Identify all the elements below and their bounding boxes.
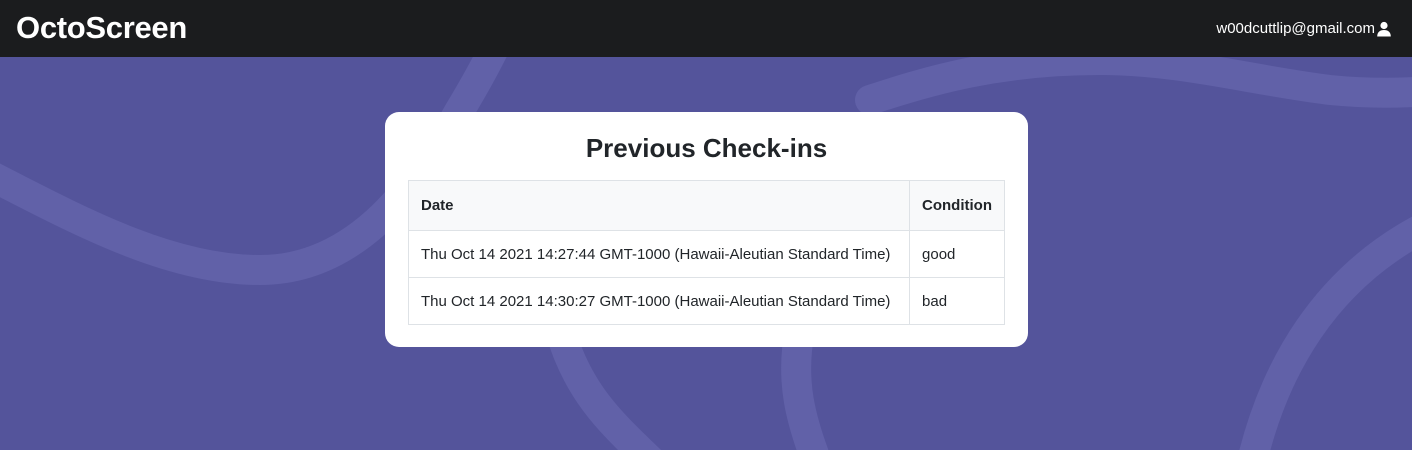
column-header-condition: Condition: [909, 180, 1005, 231]
user-menu[interactable]: w00dcuttlip@gmail.com: [1216, 19, 1392, 39]
cell-date: Thu Oct 14 2021 14:30:27 GMT-1000 (Hawai…: [407, 277, 911, 325]
table-row: Thu Oct 14 2021 14:30:27 GMT-1000 (Hawai…: [407, 277, 1005, 325]
user-email: w00dcuttlip@gmail.com: [1216, 20, 1375, 37]
cell-condition: bad: [909, 277, 1005, 325]
checkins-card: Previous Check-ins Date Condition Thu Oc…: [385, 112, 1028, 347]
checkins-table: Date Condition Thu Oct 14 2021 14:27:44 …: [407, 180, 1005, 325]
cell-condition: good: [909, 230, 1005, 278]
user-icon: [1377, 21, 1391, 37]
table-row: Thu Oct 14 2021 14:27:44 GMT-1000 (Hawai…: [407, 230, 1005, 278]
card-title: Previous Check-ins: [585, 133, 828, 163]
brand-logo-text[interactable]: OctoScreen: [16, 9, 187, 47]
cell-date: Thu Oct 14 2021 14:27:44 GMT-1000 (Hawai…: [407, 230, 911, 278]
top-navbar: OctoScreen w00dcuttlip@gmail.com: [0, 0, 1412, 57]
column-header-date: Date: [407, 180, 911, 231]
table-header-row: Date Condition: [407, 180, 1005, 231]
